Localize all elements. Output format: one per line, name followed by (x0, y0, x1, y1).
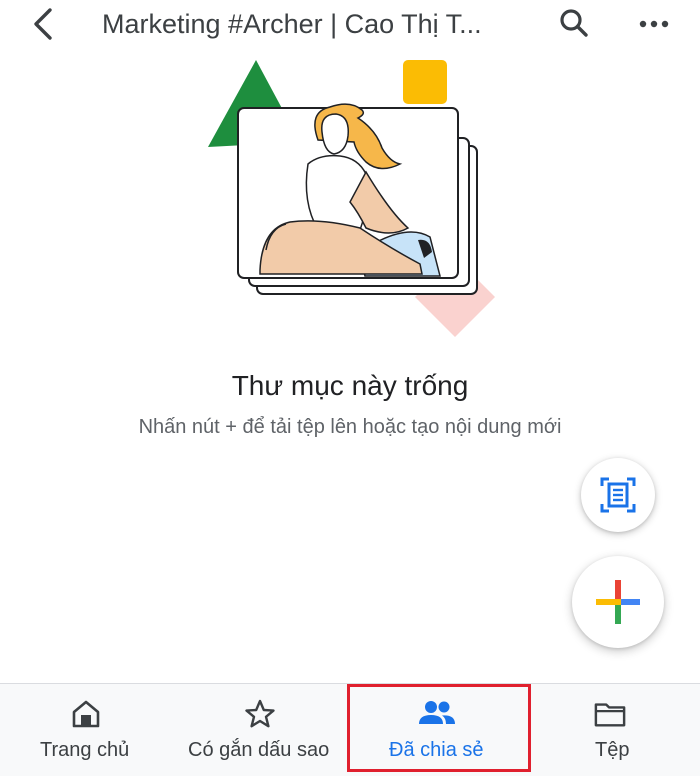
back-arrow-icon (34, 8, 52, 40)
nav-item-starred[interactable]: Có gắn dấu sao (172, 684, 348, 776)
document-scanner-icon (600, 477, 636, 513)
plus-icon (596, 580, 640, 624)
more-options-button[interactable] (636, 6, 672, 42)
empty-state-subtitle: Nhấn nút + để tải tệp lên hoặc tạo nội d… (138, 416, 562, 438)
nav-item-files[interactable]: Tệp (530, 684, 700, 776)
top-app-bar: Marketing #Archer | Cao Thị T... (0, 0, 700, 50)
nav-label-home: Trang chủ (40, 739, 130, 761)
nav-label-starred: Có gắn dấu sao (188, 739, 330, 761)
folder-icon (594, 703, 626, 727)
back-button[interactable] (28, 6, 64, 42)
search-icon (560, 9, 588, 37)
empty-state-title: Thư mục này trống (231, 370, 469, 401)
bottom-navigation: Trang chủ Có gắn dấu sao Đã chia sẻ Tệp (0, 683, 700, 776)
more-horizontal-icon (639, 20, 669, 28)
nav-label-shared: Đã chia sẻ (389, 739, 484, 761)
page-title: Marketing #Archer | Cao Thị T... (102, 9, 482, 39)
nav-label-files: Tệp (595, 739, 630, 761)
nav-item-home[interactable]: Trang chủ (0, 684, 172, 776)
new-item-button[interactable] (572, 556, 664, 648)
shared-people-icon (419, 701, 455, 724)
search-button[interactable] (556, 6, 592, 42)
empty-folder-illustration (208, 60, 495, 337)
scan-document-button[interactable] (581, 458, 655, 532)
nav-item-shared[interactable]: Đã chia sẻ (350, 684, 530, 776)
star-icon (245, 699, 275, 728)
home-icon (72, 700, 100, 728)
